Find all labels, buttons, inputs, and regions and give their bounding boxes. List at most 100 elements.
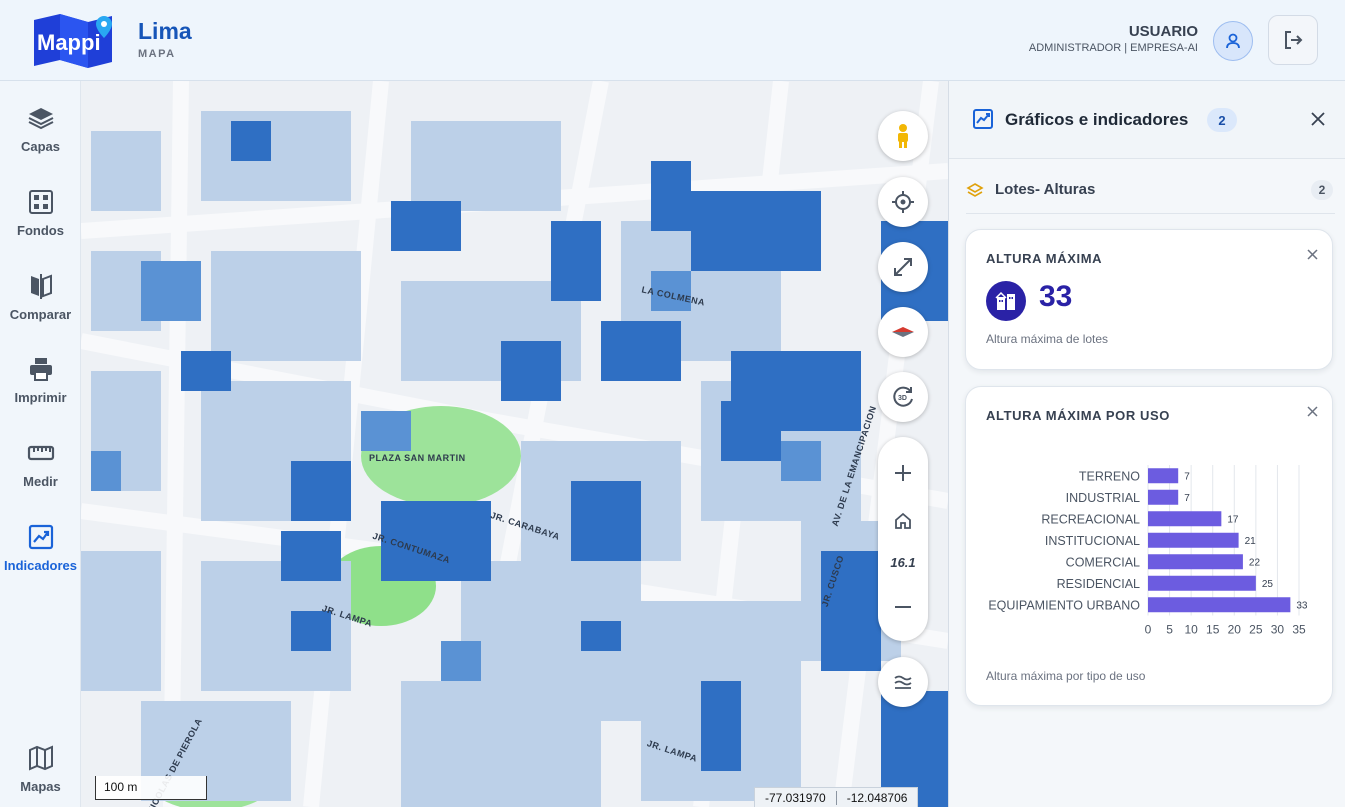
bar (1148, 489, 1179, 505)
street-view-button[interactable] (878, 111, 928, 161)
close-icon[interactable] (1307, 249, 1318, 260)
chart-title: ALTURA MÁXIMA POR USO (986, 408, 1170, 423)
longitude: -77.031970 (765, 791, 826, 805)
buildings-icon (986, 281, 1026, 321)
user-icon (1226, 33, 1240, 49)
city-name: Lima (138, 18, 192, 44)
app-header: Mappi Lima MAPA USUARIO ADMINISTRADOR | … (0, 0, 1345, 81)
zoom-control: 16.1 (878, 437, 928, 641)
svg-text:3D: 3D (898, 395, 907, 402)
bar-value-label: 21 (1245, 536, 1257, 547)
zoom-in-button[interactable] (878, 453, 928, 493)
sidebar-item-label: Comparar (9, 307, 72, 322)
zoom-out-button[interactable] (878, 587, 928, 627)
layer-row[interactable]: Lotes- Alturas 2 (966, 176, 1335, 214)
bar (1148, 554, 1243, 570)
street-label: PLAZA SAN MARTIN (369, 453, 466, 463)
bar (1148, 597, 1291, 613)
home-icon (895, 512, 911, 529)
printer-icon (29, 358, 52, 381)
user-name: USUARIO (1128, 23, 1198, 40)
sidebar-item-label: Capas (20, 139, 61, 154)
x-tick-label: 35 (1292, 623, 1306, 637)
kpi-value: 33 (1039, 280, 1073, 313)
close-icon[interactable] (1311, 112, 1325, 126)
mappi-logo[interactable]: Mappi (32, 12, 116, 68)
layer-name: Lotes- Alturas (995, 181, 1096, 198)
layers-icon (966, 183, 984, 197)
chart-card: ALTURA MÁXIMA POR USO 0 5 10 15 20 25 30 35 TERR… (965, 386, 1333, 706)
sidebar-item-capas[interactable]: Capas (0, 99, 81, 169)
sidebar-item-comparar[interactable]: Comparar (0, 267, 81, 337)
category-label: RESIDENCIAL (1057, 577, 1140, 591)
category-label: EQUIPAMIENTO URBANO (988, 598, 1140, 612)
close-icon[interactable] (1307, 406, 1318, 417)
sidebar-item-medir[interactable]: Medir (0, 434, 81, 504)
sidebar-item-mapas[interactable]: Mapas (0, 739, 81, 807)
x-tick-label: 15 (1206, 623, 1220, 637)
user-role: ADMINISTRADOR | EMPRESA-AI (1028, 42, 1198, 54)
x-tick-label: 25 (1249, 623, 1263, 637)
sidebar: Capas Fondos Comparar Imprimir Medir Ind… (0, 81, 81, 807)
bar-value-label: 25 (1262, 579, 1274, 590)
view-subtitle: MAPA (138, 48, 176, 60)
sidebar-item-label: Imprimir (14, 390, 67, 405)
x-tick-label: 0 (1145, 623, 1152, 637)
pegman-icon (898, 124, 908, 148)
bar (1148, 575, 1256, 591)
bar-chart: 0 5 10 15 20 25 30 35 TERRENO 7 INDUSTRIAL 7 RECREAC… (988, 465, 1308, 637)
compass-icon (892, 327, 914, 337)
bar-value-label: 33 (1296, 600, 1308, 611)
basemap-style-button[interactable] (878, 657, 928, 707)
bar-value-label: 22 (1249, 557, 1261, 568)
bar (1148, 468, 1179, 484)
zoom-level: 16.1 (890, 555, 916, 570)
sidebar-item-label: Mapas (20, 779, 61, 794)
sidebar-item-indicadores[interactable]: Indicadores (0, 518, 81, 588)
indicator-count-badge: 2 (1207, 108, 1237, 132)
sidebar-item-label: Fondos (17, 223, 64, 238)
category-label: INDUSTRIAL (1066, 491, 1140, 505)
compare-icon (30, 274, 52, 299)
approx-icon (894, 675, 912, 689)
fullscreen-button[interactable] (878, 242, 928, 292)
layers-icon (28, 108, 53, 130)
grid-icon (28, 190, 53, 214)
user-avatar-button[interactable] (1213, 21, 1253, 61)
coordinates-readout: -77.031970 -12.048706 (754, 787, 919, 807)
chart-caption: Altura máxima por tipo de uso (986, 669, 1146, 683)
sidebar-item-imprimir[interactable]: Imprimir (0, 350, 81, 420)
map-icon (28, 745, 53, 771)
logo-text: Mappi (37, 30, 101, 55)
logout-icon (1285, 31, 1303, 49)
locate-button[interactable] (878, 177, 928, 227)
scale-bar: 100 m (95, 776, 207, 800)
ruler-icon (27, 445, 54, 461)
sidebar-item-fondos[interactable]: Fondos (0, 183, 81, 253)
kpi-card: ALTURA MÁXIMA 33 Altura máxima de lotes (965, 229, 1333, 370)
sidebar-item-label: Medir (23, 474, 58, 489)
chart-icon (28, 524, 53, 550)
compass-button[interactable] (878, 307, 928, 357)
category-label: INSTITUCIONAL (1045, 534, 1140, 548)
map-view[interactable]: PLAZA SAN MARTIN JR. CONTUMAZA JR. CARAB… (81, 81, 948, 807)
rotate-3d-icon: 3D (893, 386, 913, 407)
category-label: RECREACIONAL (1041, 512, 1140, 526)
x-tick-label: 30 (1271, 623, 1285, 637)
x-tick-label: 20 (1228, 623, 1242, 637)
home-button[interactable] (878, 501, 928, 541)
chart-icon (973, 109, 993, 129)
plus-icon (895, 465, 911, 481)
sidebar-item-label: Indicadores (4, 558, 77, 573)
x-tick-label: 10 (1184, 623, 1198, 637)
bar (1148, 511, 1222, 527)
x-tick-label: 5 (1166, 623, 1173, 637)
city-3d-map[interactable] (81, 81, 948, 807)
panel-header: Gráficos e indicadores 2 (949, 81, 1345, 159)
indicators-panel: Gráficos e indicadores 2 Lotes- Alturas … (948, 81, 1345, 807)
toggle-3d-button[interactable]: 3D (878, 372, 928, 422)
bar-value-label: 7 (1184, 471, 1190, 482)
logout-button[interactable] (1268, 15, 1318, 65)
bar (1148, 532, 1239, 548)
panel-title: Gráficos e indicadores (1005, 110, 1189, 129)
